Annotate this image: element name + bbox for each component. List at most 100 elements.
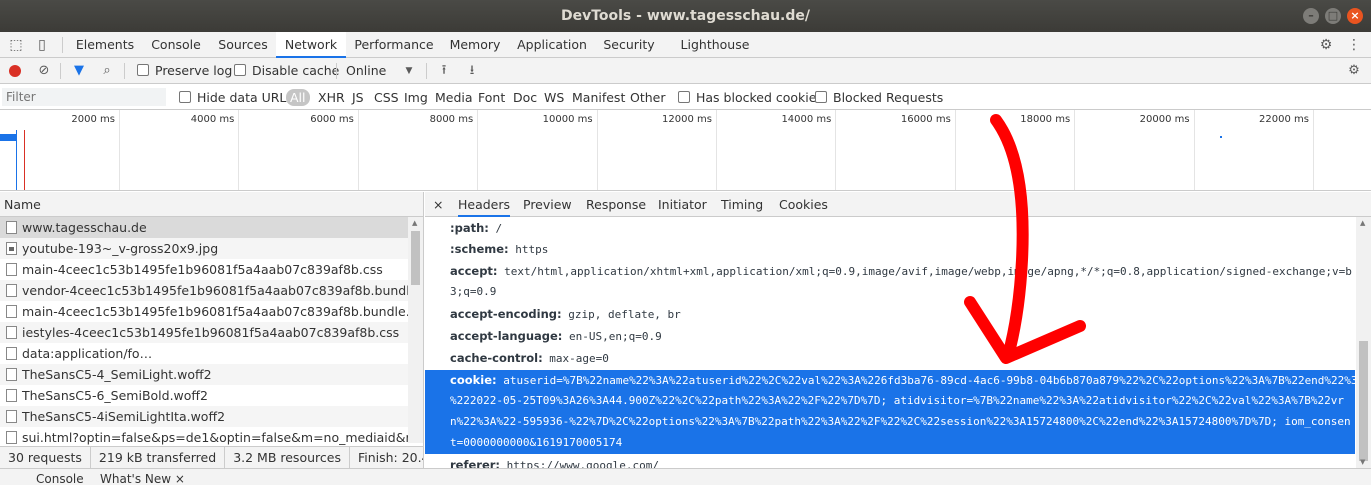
request-row[interactable]: TheSansC5-4iSemiLightIta.woff2 bbox=[0, 406, 408, 427]
request-name: iestyles-4ceec1c53b1495fe1b96081f5a4aab0… bbox=[22, 325, 400, 340]
header-scheme: :scheme: https bbox=[450, 242, 549, 256]
export-har-icon[interactable]: ⭳ bbox=[463, 62, 481, 80]
disable-cache-checkbox[interactable] bbox=[234, 64, 246, 76]
has-blocked-cookies-checkbox[interactable] bbox=[678, 91, 690, 103]
tab-console[interactable]: Console bbox=[144, 32, 208, 58]
filter-type-font[interactable]: Font bbox=[478, 85, 505, 110]
tab-performance[interactable]: Performance bbox=[350, 32, 438, 58]
request-name: main-4ceec1c53b1495fe1b96081f5a4aab07c83… bbox=[22, 304, 408, 319]
request-row[interactable]: TheSansC5-4_SemiLight.woff2 bbox=[0, 364, 408, 385]
drawer-tab-whats-new[interactable]: What's New × bbox=[100, 472, 185, 485]
detail-scrollbar[interactable]: ▲ ▼ bbox=[1356, 217, 1371, 468]
more-menu-icon[interactable]: ⋮ bbox=[1346, 37, 1362, 53]
filter-type-js[interactable]: JS bbox=[352, 85, 364, 110]
filter-type-ws[interactable]: WS bbox=[544, 85, 564, 110]
hide-data-urls-checkbox[interactable] bbox=[179, 91, 191, 103]
close-window-icon[interactable]: × bbox=[1347, 8, 1363, 24]
tab-initiator[interactable]: Initiator bbox=[658, 192, 707, 217]
request-detail: × Headers Preview Response Initiator Tim… bbox=[425, 192, 1371, 468]
header-path: :path: / bbox=[450, 221, 503, 235]
preserve-log-checkbox[interactable] bbox=[137, 64, 149, 76]
name-column-header[interactable]: Name bbox=[0, 192, 423, 217]
request-row[interactable]: sui.html?optin=false&ps=de1&optin=false&… bbox=[0, 427, 408, 448]
chevron-down-icon[interactable]: ▼ bbox=[400, 62, 418, 80]
maximize-icon[interactable]: □ bbox=[1325, 8, 1341, 24]
search-icon[interactable]: ⌕ bbox=[98, 62, 116, 80]
filter-type-xhr[interactable]: XHR bbox=[318, 85, 345, 110]
header-cache-control: cache-control: max-age=0 bbox=[450, 351, 609, 365]
import-har-icon[interactable]: ⭱ bbox=[435, 62, 453, 80]
request-row[interactable]: vendor-4ceec1c53b1495fe1b96081f5a4aab07c… bbox=[0, 280, 408, 301]
tab-network[interactable]: Network bbox=[276, 32, 346, 58]
tab-preview[interactable]: Preview bbox=[523, 192, 572, 217]
tab-timing[interactable]: Timing bbox=[721, 192, 763, 217]
overview-tick-label: 14000 ms bbox=[781, 114, 832, 125]
minimize-icon[interactable]: – bbox=[1303, 8, 1319, 24]
throttling-select[interactable]: Online bbox=[346, 58, 386, 84]
tab-memory[interactable]: Memory bbox=[444, 32, 506, 58]
tab-lighthouse[interactable]: Lighthouse bbox=[676, 32, 754, 58]
tab-elements[interactable]: Elements bbox=[70, 32, 140, 58]
overview-tick-label: 6000 ms bbox=[310, 114, 354, 125]
overview-tick-label: 10000 ms bbox=[542, 114, 593, 125]
filter-type-manifest[interactable]: Manifest bbox=[572, 85, 625, 110]
request-row[interactable]: TheSansC5-6_SemiBold.woff2 bbox=[0, 385, 408, 406]
request-list: Name www.tagesschau.de youtube-193~_v-gro… bbox=[0, 192, 424, 468]
request-name: TheSansC5-4_SemiLight.woff2 bbox=[22, 367, 212, 382]
overview-marker-red bbox=[24, 130, 25, 190]
cookie-header-selected[interactable]: cookie: atuserid=%7B%22name%22%3A%22atus… bbox=[425, 370, 1364, 454]
drawer-tab-console[interactable]: Console bbox=[36, 472, 84, 485]
filter-type-img[interactable]: Img bbox=[404, 85, 428, 110]
tab-security[interactable]: Security bbox=[598, 32, 660, 58]
request-name: main-4ceec1c53b1495fe1b96081f5a4aab07c83… bbox=[22, 262, 383, 277]
request-count: 30 requests bbox=[0, 447, 91, 468]
filter-funnel-icon[interactable]: ▼ bbox=[70, 62, 88, 80]
close-detail-icon[interactable]: × bbox=[433, 192, 443, 217]
tab-response[interactable]: Response bbox=[586, 192, 646, 217]
request-row[interactable]: iestyles-4ceec1c53b1495fe1b96081f5a4aab0… bbox=[0, 322, 408, 343]
filter-type-css[interactable]: CSS bbox=[374, 85, 399, 110]
filter-type-media[interactable]: Media bbox=[435, 85, 473, 110]
file-icon bbox=[6, 263, 17, 276]
filter-type-other[interactable]: Other bbox=[630, 85, 666, 110]
cookie-line-4: t=0000000000&1619170005174 bbox=[450, 436, 623, 449]
device-toolbar-icon[interactable]: ▯ bbox=[34, 37, 50, 53]
request-row[interactable]: main-4ceec1c53b1495fe1b96081f5a4aab07c83… bbox=[0, 259, 408, 280]
filter-input[interactable] bbox=[2, 88, 166, 106]
blocked-requests-checkbox[interactable] bbox=[815, 91, 827, 103]
request-row[interactable]: data:application/fo… bbox=[0, 343, 408, 364]
request-row[interactable]: main-4ceec1c53b1495fe1b96081f5a4aab07c83… bbox=[0, 301, 408, 322]
overview-gridline bbox=[119, 110, 120, 190]
request-list-scrollbar[interactable]: ▲ bbox=[408, 217, 423, 443]
filter-type-all[interactable]: All bbox=[286, 89, 310, 106]
overview-gridline bbox=[477, 110, 479, 190]
request-row[interactable]: www.tagesschau.de bbox=[0, 217, 408, 238]
clear-icon[interactable]: ⊘ bbox=[35, 62, 53, 80]
request-name: youtube-193~_v-gross20x9.jpg bbox=[22, 241, 219, 256]
tab-application[interactable]: Application bbox=[512, 32, 592, 58]
image-file-icon bbox=[6, 242, 17, 255]
hide-data-urls-label: Hide data URLs bbox=[197, 90, 293, 105]
header-accept-language: accept-language: en-US,en;q=0.9 bbox=[450, 329, 662, 343]
file-icon bbox=[6, 389, 17, 402]
network-settings-gear-icon[interactable]: ⚙ bbox=[1345, 62, 1363, 80]
window-titlebar: DevTools - www.tagesschau.de/ – □ × bbox=[0, 0, 1371, 32]
resources-size: 3.2 MB resources bbox=[225, 447, 350, 468]
filter-type-doc[interactable]: Doc bbox=[513, 85, 537, 110]
record-icon[interactable] bbox=[9, 65, 21, 77]
status-bar: 30 requests 219 kB transferred 3.2 MB reso… bbox=[0, 446, 423, 468]
tab-cookies[interactable]: Cookies bbox=[779, 192, 828, 217]
request-name: TheSansC5-4iSemiLightIta.woff2 bbox=[22, 409, 226, 424]
overview-gridline bbox=[716, 110, 717, 190]
file-icon bbox=[6, 326, 17, 339]
header-accept: accept: text/html,application/xhtml+xml,… bbox=[450, 264, 1352, 278]
finish-time: Finish: 20.45 s bbox=[357, 450, 423, 465]
tab-sources[interactable]: Sources bbox=[212, 32, 274, 58]
inspect-element-icon[interactable]: ⬚ bbox=[8, 37, 24, 53]
tab-headers[interactable]: Headers bbox=[458, 192, 511, 217]
request-row[interactable]: youtube-193~_v-gross20x9.jpg bbox=[0, 238, 408, 259]
settings-gear-icon[interactable]: ⚙ bbox=[1318, 37, 1334, 53]
overview-tick-label: 12000 ms bbox=[662, 114, 712, 125]
blocked-requests-label: Blocked Requests bbox=[833, 90, 944, 105]
network-overview[interactable]: 2000 ms 4000 ms 6000 ms 8000 ms 10000 ms 1200… bbox=[0, 110, 1371, 191]
